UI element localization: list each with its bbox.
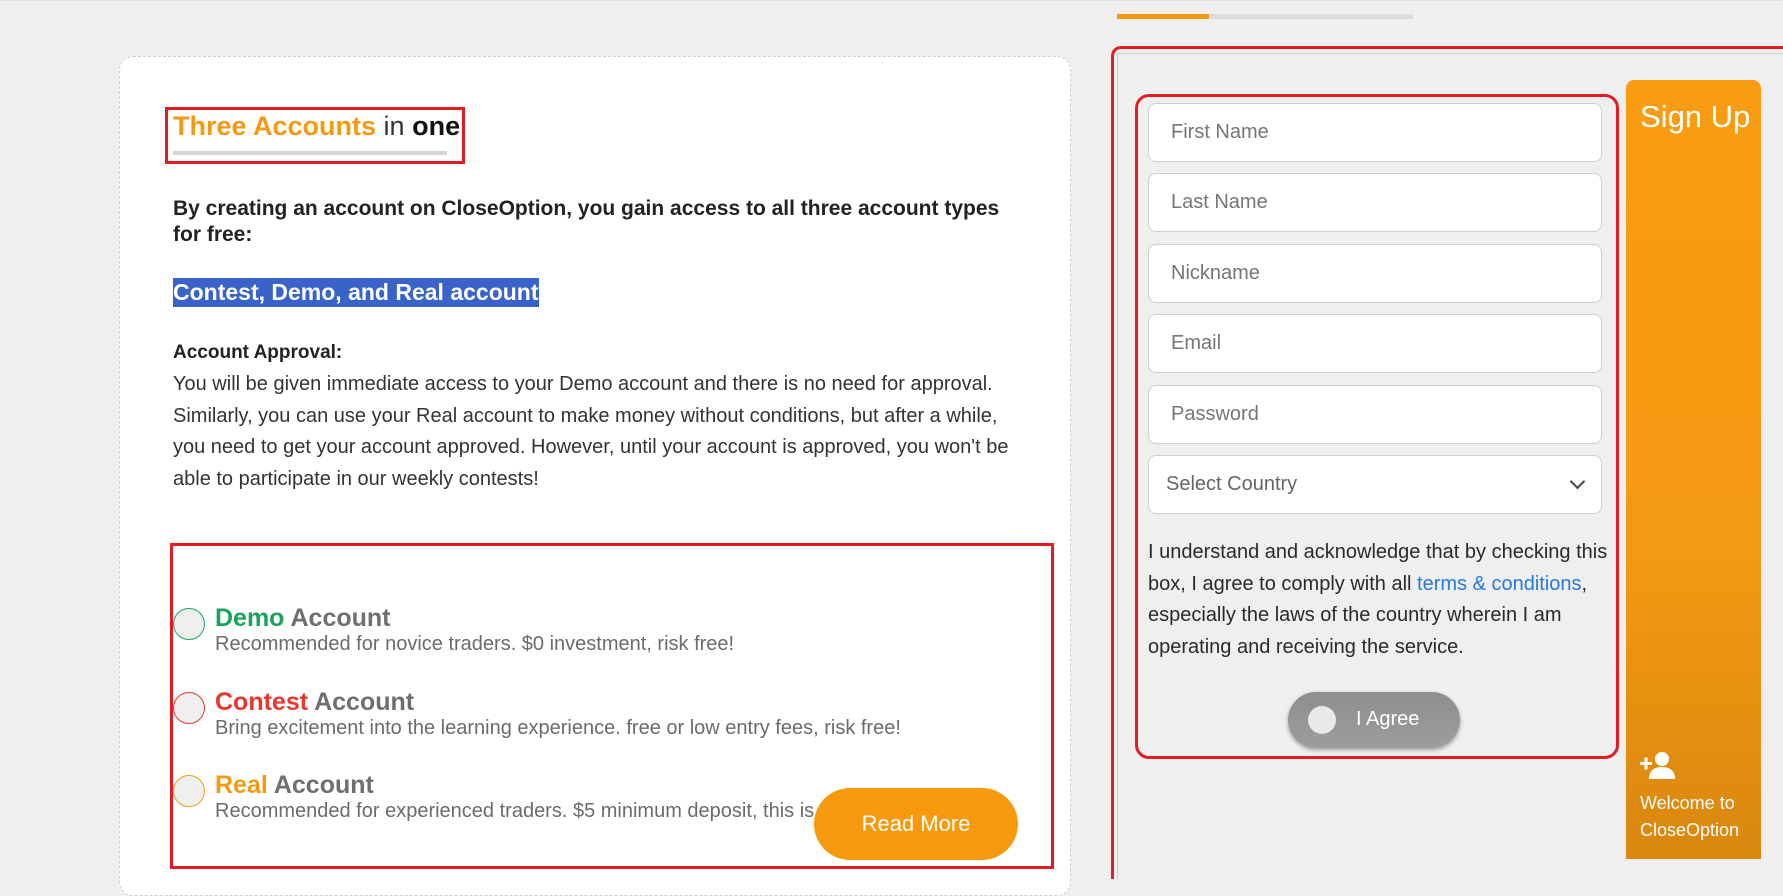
welcome-text: Welcome to CloseOption	[1640, 793, 1740, 840]
approval-text: You will be given immediate access to yo…	[173, 373, 1009, 490]
approval-heading: Account Approval:	[173, 342, 343, 363]
real-suffix: Account	[267, 771, 374, 799]
demo-description: Recommended for novice traders. $0 inves…	[215, 633, 735, 655]
read-more-button[interactable]: Read More	[814, 788, 1018, 860]
contest-suffix: Account	[308, 688, 415, 716]
progress-bar	[1117, 14, 1413, 19]
contest-title: Contest Account	[215, 688, 414, 716]
email-field[interactable]	[1148, 314, 1602, 373]
top-divider	[0, 0, 1783, 1]
demo-name: Demo	[215, 604, 285, 632]
nickname-field[interactable]	[1148, 244, 1602, 303]
agree-toggle-knob	[1308, 706, 1336, 734]
terms-link[interactable]: terms & conditions	[1417, 573, 1582, 595]
password-field[interactable]	[1148, 385, 1602, 444]
card-title-part3: one	[412, 111, 461, 141]
real-name: Real	[215, 771, 268, 799]
signup-side-panel	[1626, 80, 1761, 859]
contest-description: Bring excitement into the learning exper…	[215, 717, 901, 739]
chevron-down-icon	[1569, 473, 1586, 490]
real-title: Real Account	[215, 771, 374, 799]
intro-text: By creating an account on CloseOption, y…	[173, 197, 1000, 246]
agree-label: I Agree	[1356, 708, 1420, 730]
title-underline	[173, 151, 447, 155]
signup-title[interactable]: Sign Up	[1640, 99, 1750, 135]
contest-name: Contest	[215, 688, 309, 716]
demo-radio[interactable]	[173, 608, 205, 640]
highlighted-account-types: Contest, Demo, and Real account	[173, 278, 539, 307]
last-name-field[interactable]	[1148, 173, 1602, 232]
card-title: Three Accounts in one	[173, 111, 460, 141]
real-radio[interactable]	[173, 775, 205, 807]
progress-bar-fill	[1117, 14, 1209, 19]
user-plus-icon	[1640, 752, 1675, 779]
card-title-part2: in	[376, 111, 413, 141]
contest-radio[interactable]	[173, 692, 205, 724]
agree-toggle[interactable]: I Agree	[1288, 692, 1460, 748]
terms-text: I understand and acknowledge that by che…	[1148, 537, 1610, 663]
country-select[interactable]: Select Country	[1148, 455, 1602, 514]
card-title-part1: Three Accounts	[173, 111, 377, 141]
demo-suffix: Account	[284, 604, 391, 632]
demo-title: Demo Account	[215, 604, 391, 632]
first-name-field[interactable]	[1148, 103, 1602, 162]
country-select-value: Select Country	[1166, 473, 1298, 495]
